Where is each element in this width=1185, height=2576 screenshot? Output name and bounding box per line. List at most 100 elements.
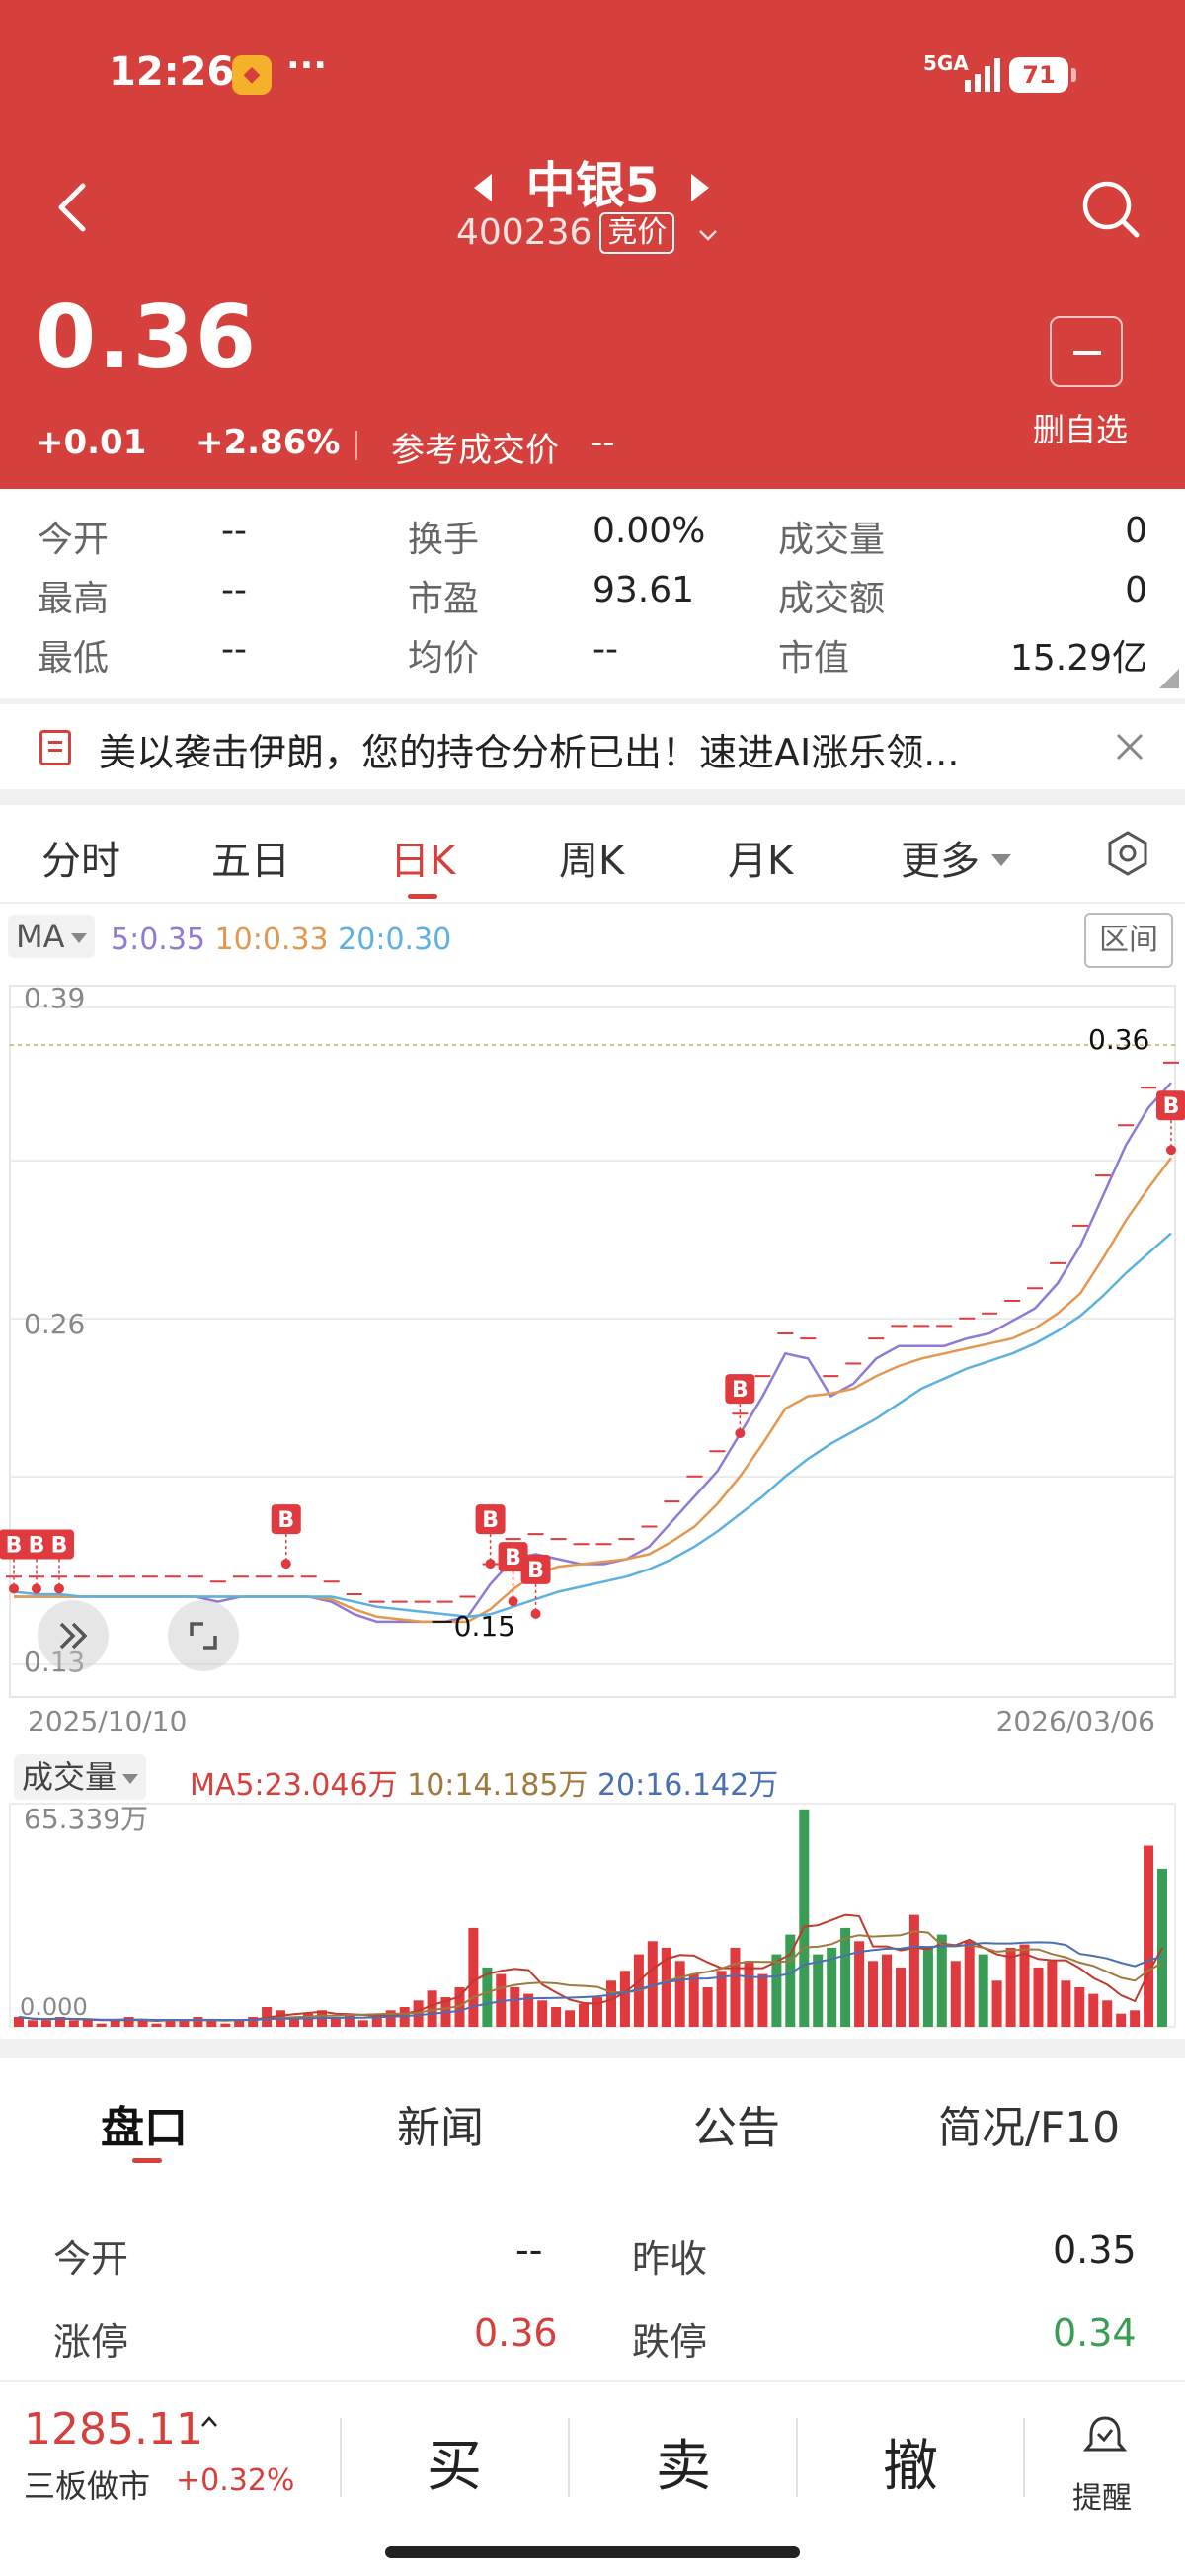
volume-bar [1116,2013,1127,2027]
range-button[interactable]: 区间 [1084,913,1173,968]
volume-bar [551,2007,562,2027]
price-change: +0.01 [36,423,147,462]
buy-marker-dot [735,1428,746,1439]
alert-label[interactable]: 提醒 [1072,2473,1132,2517]
tab-intraday[interactable]: 分时 [41,829,120,886]
volume-bar [1061,1980,1071,2027]
tab-news[interactable]: 新闻 [397,2092,484,2155]
news-banner[interactable]: 美以袭击伊朗，您的持仓分析已出！速进AI涨乐领... [0,704,1185,789]
limit-down-label: 跌停 [632,2320,708,2364]
expand-corner-icon[interactable] [1159,669,1179,688]
volume-bar [730,1947,741,2027]
volume-bar [1088,1993,1099,2027]
open-value: -- [221,511,247,551]
volume-bar [1102,2000,1113,2027]
divider [796,2418,798,2497]
volume-bar [978,1954,988,2027]
stock-code: 400236 [456,212,592,253]
volume-bar [357,2020,368,2027]
bid-tag: 竞价 [599,212,675,254]
buy-marker-dot [485,1559,496,1570]
low-price-label: 0.15 [454,1610,515,1643]
caret-down-icon [122,1774,139,1784]
header: 12:26 ◆ ··· 5GA 71 中银5 400236 竞价 0.36 +0.… [0,0,1185,489]
volume-bar [96,2023,107,2027]
ma20-value: 20:0.30 [338,923,452,957]
sell-button[interactable]: 卖 [656,2422,711,2502]
status-time: 12:26 [109,49,235,95]
buy-marker-dot [530,1608,541,1619]
tab-weekly-k[interactable]: 周K [559,829,624,886]
volume-bar [922,1947,933,2027]
x-start-label: 2025/10/10 [28,1705,187,1737]
bell-icon[interactable] [1080,2412,1130,2461]
chevron-up-icon[interactable] [199,2412,219,2432]
fullscreen-button[interactable] [168,1600,239,1671]
volume-bar [537,2000,548,2027]
chevron-down-icon[interactable] [698,229,718,241]
volume-bar [950,1961,961,2027]
network-type: 5GA [923,51,969,75]
tab-order-book[interactable]: 盘口 [101,2092,188,2155]
volume-bar [1033,1967,1044,2027]
volume-bar [896,1967,906,2027]
tab-daily-k[interactable]: 日K [390,829,455,886]
x-end-label: 2026/03/06 [996,1705,1155,1737]
home-indicator[interactable] [385,2546,800,2558]
divider [0,789,1185,805]
remove-watchlist-label[interactable]: 删自选 [1033,405,1128,450]
tab-five-day[interactable]: 五日 [211,829,290,886]
volume-bar [1005,1947,1016,2027]
buy-marker-dot [508,1596,518,1607]
mktcap-label: 市值 [778,638,850,679]
tab-more[interactable]: 更多 [901,829,1011,886]
price-change-pct: +2.86% [196,423,341,462]
battery-icon: 71 [1009,57,1076,93]
buy-marker-label: B [527,1559,544,1583]
buy-marker-label: B [505,1546,521,1570]
buy-marker-label: B [732,1378,749,1403]
volume-bar [606,1980,616,2027]
ma-line-20 [13,1232,1172,1619]
volume-bar [840,1927,851,2027]
low-value: -- [221,629,247,670]
fullscreen-icon [190,1622,217,1650]
settings-icon[interactable] [1104,830,1151,877]
buy-marker-dot [280,1559,291,1570]
banner-text[interactable]: 美以袭击伊朗，您的持仓分析已出！速进AI涨乐领... [99,722,959,776]
tab-f10[interactable]: 简况/F10 [938,2092,1120,2155]
volume-bar [854,1941,865,2027]
divider [356,431,357,460]
tab-monthly-k[interactable]: 月K [728,829,793,886]
last-price: 0.36 [36,286,259,388]
buy-button[interactable]: 买 [427,2422,482,2502]
buy-marker-dot [31,1583,41,1594]
ma-legend: 5:0.35 10:0.33 20:0.30 [111,923,451,957]
buy-marker-label: B [277,1508,294,1533]
search-icon[interactable] [1079,178,1141,239]
prev-close-label: 昨收 [632,2237,708,2281]
index-name[interactable]: 三板做市 [24,2461,150,2507]
close-icon[interactable] [1112,729,1147,765]
cancel-order-button[interactable]: 撤 [883,2422,938,2502]
volume-bar [592,1997,602,2027]
next-stock-arrow-icon[interactable] [691,174,709,201]
index-value[interactable]: 1285.11 [24,2404,203,2455]
expand-panel-button[interactable] [38,1600,109,1671]
double-chevron-right-icon [59,1622,88,1650]
tab-announcements[interactable]: 公告 [693,2092,780,2155]
limit-up-value: 0.36 [474,2311,558,2355]
remove-watchlist-button[interactable] [1050,316,1123,387]
divider [0,2039,1185,2058]
vol-ma10: 10:14.185万 [407,1768,589,1803]
volume-bar [702,1987,713,2027]
volume-bar [1019,1944,1030,2027]
volume-bar [565,2010,576,2027]
caret-down-icon [991,854,1011,866]
ma-selector[interactable]: MA [8,915,95,958]
volume-chart[interactable] [0,1802,1185,2039]
ma10-value: 10:0.33 [214,923,329,957]
info-open-value: -- [515,2228,543,2272]
volume-ma-line-20 [18,1941,1163,2022]
volume-selector[interactable]: 成交量 [14,1754,147,1800]
